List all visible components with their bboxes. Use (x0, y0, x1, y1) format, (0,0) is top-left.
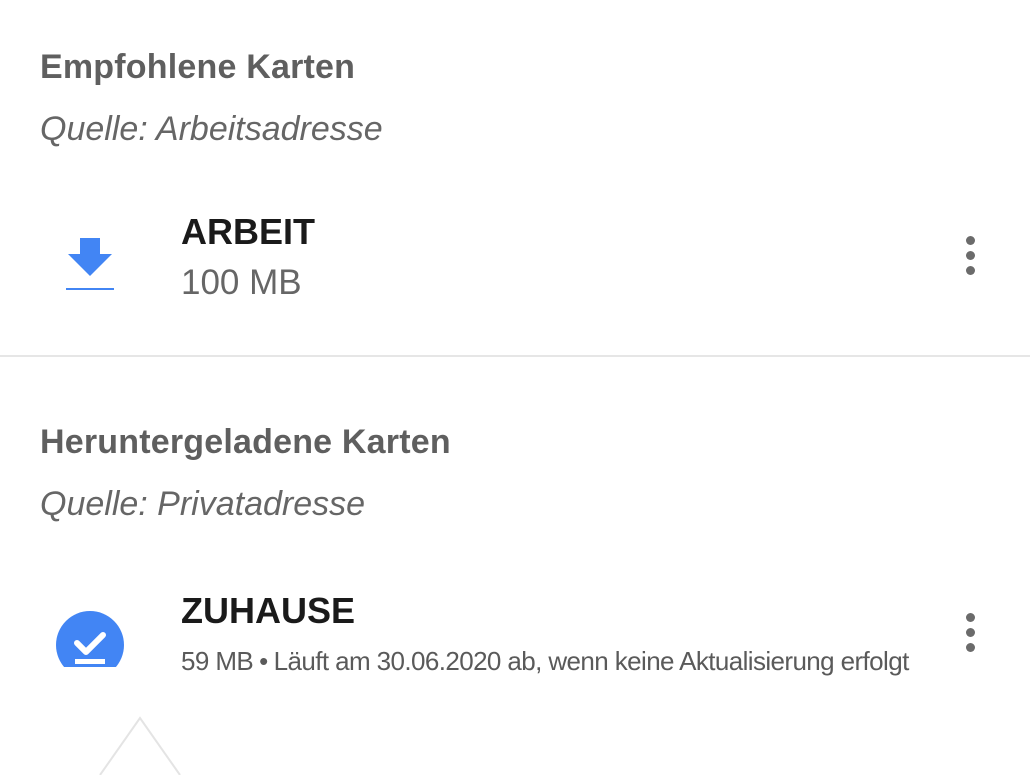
map-item-name: ZUHAUSE (181, 590, 356, 631)
section-source-downloaded: Quelle: Privatadresse (40, 485, 366, 523)
meta-separator: • (259, 646, 268, 676)
map-item-expiry: Läuft am 30.06.2020 ab, wenn keine Aktua… (273, 646, 910, 676)
tooltip-pointer (96, 712, 184, 776)
section-source-recommended: Quelle: Arbeitsadresse (40, 110, 383, 148)
more-options-button[interactable] (946, 602, 994, 662)
section-title-recommended: Empfohlene Karten (40, 48, 356, 86)
map-item-size: 100 MB (181, 263, 302, 302)
more-options-button[interactable] (946, 225, 994, 285)
download-done-icon[interactable] (52, 591, 128, 667)
more-vert-icon (965, 235, 975, 245)
map-item-details: 59 MB • Läuft am 30.06.2020 ab, wenn keine… (181, 646, 909, 677)
map-item-arbeit[interactable]: ARBEIT 100 MB (0, 200, 1030, 310)
map-item-size: 59 MB (181, 646, 254, 676)
section-title-downloaded: Heruntergeladene Karten (40, 423, 451, 461)
download-icon[interactable] (52, 214, 128, 290)
map-item-name: ARBEIT (181, 211, 315, 252)
more-vert-icon (965, 612, 975, 622)
recommended-maps-section: Empfohlene Karten Quelle: Arbeitsadresse… (0, 0, 1030, 356)
map-item-zuhause[interactable]: ZUHAUSE 59 MB • Läuft am 30.06.2020 ab, we… (0, 577, 1030, 687)
